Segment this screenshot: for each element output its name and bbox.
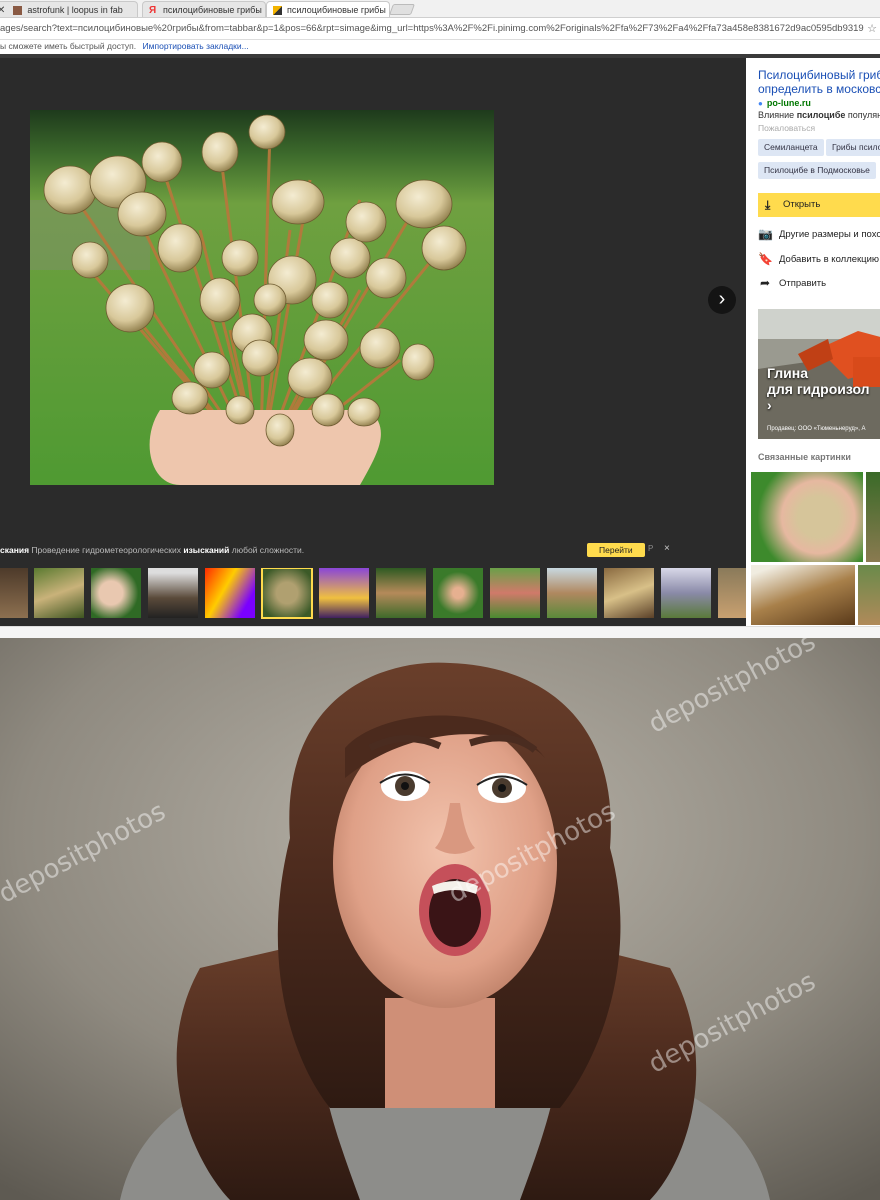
tag-chip[interactable]: Грибы псило: [826, 139, 880, 156]
tab-bar: ✕ astrofunk | loopus in fab Я псилоцибин…: [0, 0, 880, 18]
tab-title: псилоцибиновые грибы: [163, 5, 262, 15]
tab-yandex-images[interactable]: псилоцибиновые грибы ✕: [266, 1, 390, 17]
snippet-part: Влияние: [758, 110, 795, 120]
thumbnail[interactable]: [148, 568, 198, 618]
thumbnail[interactable]: [490, 568, 540, 618]
image-info-sidebar: Псилоцибиновый гриб определить в московс…: [746, 62, 880, 628]
ad-seller-text: Продавец: ООО «Тюменьнеруд», А: [767, 426, 866, 432]
ad-title-line: для гидроизол: [767, 381, 870, 397]
add-to-collection-action[interactable]: 🔖 Добавить в коллекцию: [758, 252, 879, 266]
related-images-heading: Связанные картинки: [758, 452, 851, 462]
share-arrow-icon: ➦: [759, 276, 771, 290]
open-label: Открыть: [783, 199, 821, 210]
thumbnail-selected[interactable]: [261, 568, 313, 619]
google-favicon-icon: ●: [758, 98, 763, 108]
ad-banner[interactable]: Глина для гидроизол › Продавец: ООО «Тюм…: [758, 309, 880, 439]
thumbnail[interactable]: [433, 568, 483, 618]
yandex-icon: Я: [149, 4, 157, 16]
close-icon[interactable]: ✕: [0, 5, 13, 16]
report-link[interactable]: Пожаловаться: [758, 123, 815, 133]
yandex-images-icon: [273, 5, 282, 15]
ad-text-b: изысканий: [183, 545, 230, 555]
mushroom-bouquet-photo: [30, 110, 494, 485]
thumbnail[interactable]: [604, 568, 654, 618]
ad-text-a: Проведение гидрометеорологических: [31, 545, 181, 555]
site-favicon-icon: [13, 5, 23, 15]
tab-title: псилоцибиновые грибы: [287, 5, 386, 15]
thumbnail[interactable]: [319, 568, 369, 618]
related-image[interactable]: [751, 472, 863, 562]
camera-icon: 📷: [758, 227, 773, 241]
source-snippet: Влияние псилоцибе популян: [758, 110, 880, 120]
action-label: Добавить в коллекцию: [779, 253, 880, 265]
source-title-link[interactable]: Псилоцибиновый гриб определить в московс…: [758, 68, 880, 96]
next-image-button[interactable]: ›: [708, 286, 736, 314]
bookmark-icon: 🔖: [758, 252, 773, 266]
source-title-line2[interactable]: определить в московск: [758, 82, 880, 96]
tag-chip[interactable]: Псилоцибе в Подмосковье: [758, 162, 876, 179]
ad-title-line: Глина: [767, 365, 808, 381]
action-label: Другие размеры и похо: [779, 228, 880, 240]
tab-astrofunk[interactable]: ✕ astrofunk | loopus in fab: [0, 1, 138, 17]
related-image[interactable]: [866, 472, 880, 562]
source-host-text[interactable]: po-lune.ru: [767, 98, 811, 108]
action-label: Отправить: [779, 277, 827, 289]
related-image[interactable]: [751, 565, 855, 625]
snippet-part: популян: [847, 110, 880, 120]
share-action[interactable]: ➦ Отправить: [758, 276, 826, 290]
tab-yandex-search[interactable]: Я псилоцибиновые грибы ✕: [142, 1, 266, 17]
url-text[interactable]: ages/search?text=псилоцибиновые%20грибы&…: [0, 23, 864, 34]
source-host[interactable]: ● po-lune.ru: [758, 98, 811, 108]
new-tab-button[interactable]: [388, 4, 416, 15]
bookmarks-bar: ы сможете иметь быстрый доступ. Импортир…: [0, 40, 880, 54]
ad-banner-title: Глина для гидроизол ›: [767, 365, 870, 413]
ad-arrow-icon: ›: [767, 397, 772, 413]
thumbnail[interactable]: [34, 568, 84, 618]
ad-lead-text: скания: [0, 545, 30, 555]
ad-text-c: любой сложности.: [231, 545, 305, 555]
main-image[interactable]: [30, 110, 494, 485]
address-bar[interactable]: ages/search?text=псилоцибиновые%20грибы&…: [0, 18, 880, 40]
thumbnail[interactable]: [205, 568, 255, 618]
thumbnail-strip: [0, 568, 746, 620]
thumbnail[interactable]: [661, 568, 711, 618]
tag-chip[interactable]: Семиланцета: [758, 139, 824, 156]
tab-title: astrofunk | loopus in fab: [27, 5, 123, 15]
download-icon: ⤓: [765, 198, 771, 212]
bookmarks-hint: ы сможете иметь быстрый доступ.: [0, 41, 137, 51]
thumbnail[interactable]: [547, 568, 597, 618]
ad-go-button[interactable]: Перейти: [587, 543, 645, 557]
image-viewer: › скания Проведение гидрометеорологическ…: [0, 58, 746, 626]
related-image[interactable]: [858, 565, 880, 625]
open-image-button[interactable]: ⤓ Открыть 7: [758, 193, 880, 217]
ad-marker: P: [648, 544, 654, 553]
import-bookmarks-link[interactable]: Импортировать закладки...: [143, 41, 249, 51]
snippet-highlight: псилоцибе: [796, 110, 846, 120]
ad-line: скания Проведение гидрометеорологических…: [0, 542, 746, 558]
source-title-line1[interactable]: Псилоцибиновый гриб: [758, 68, 880, 82]
thumbnail[interactable]: [376, 568, 426, 618]
thumbnail[interactable]: [0, 568, 28, 618]
other-sizes-action[interactable]: 📷 Другие размеры и похо: [758, 227, 880, 241]
bottom-strip: [0, 626, 880, 638]
thumbnail[interactable]: [718, 568, 746, 618]
ad-close-button[interactable]: ×: [664, 543, 670, 554]
bookmark-star-icon[interactable]: ☆: [864, 22, 880, 35]
thumbnail[interactable]: [91, 568, 141, 618]
surprised-woman-illustration: [0, 638, 880, 1200]
surprised-woman-photo: depositphotos depositphotos depositphoto…: [0, 638, 880, 1200]
